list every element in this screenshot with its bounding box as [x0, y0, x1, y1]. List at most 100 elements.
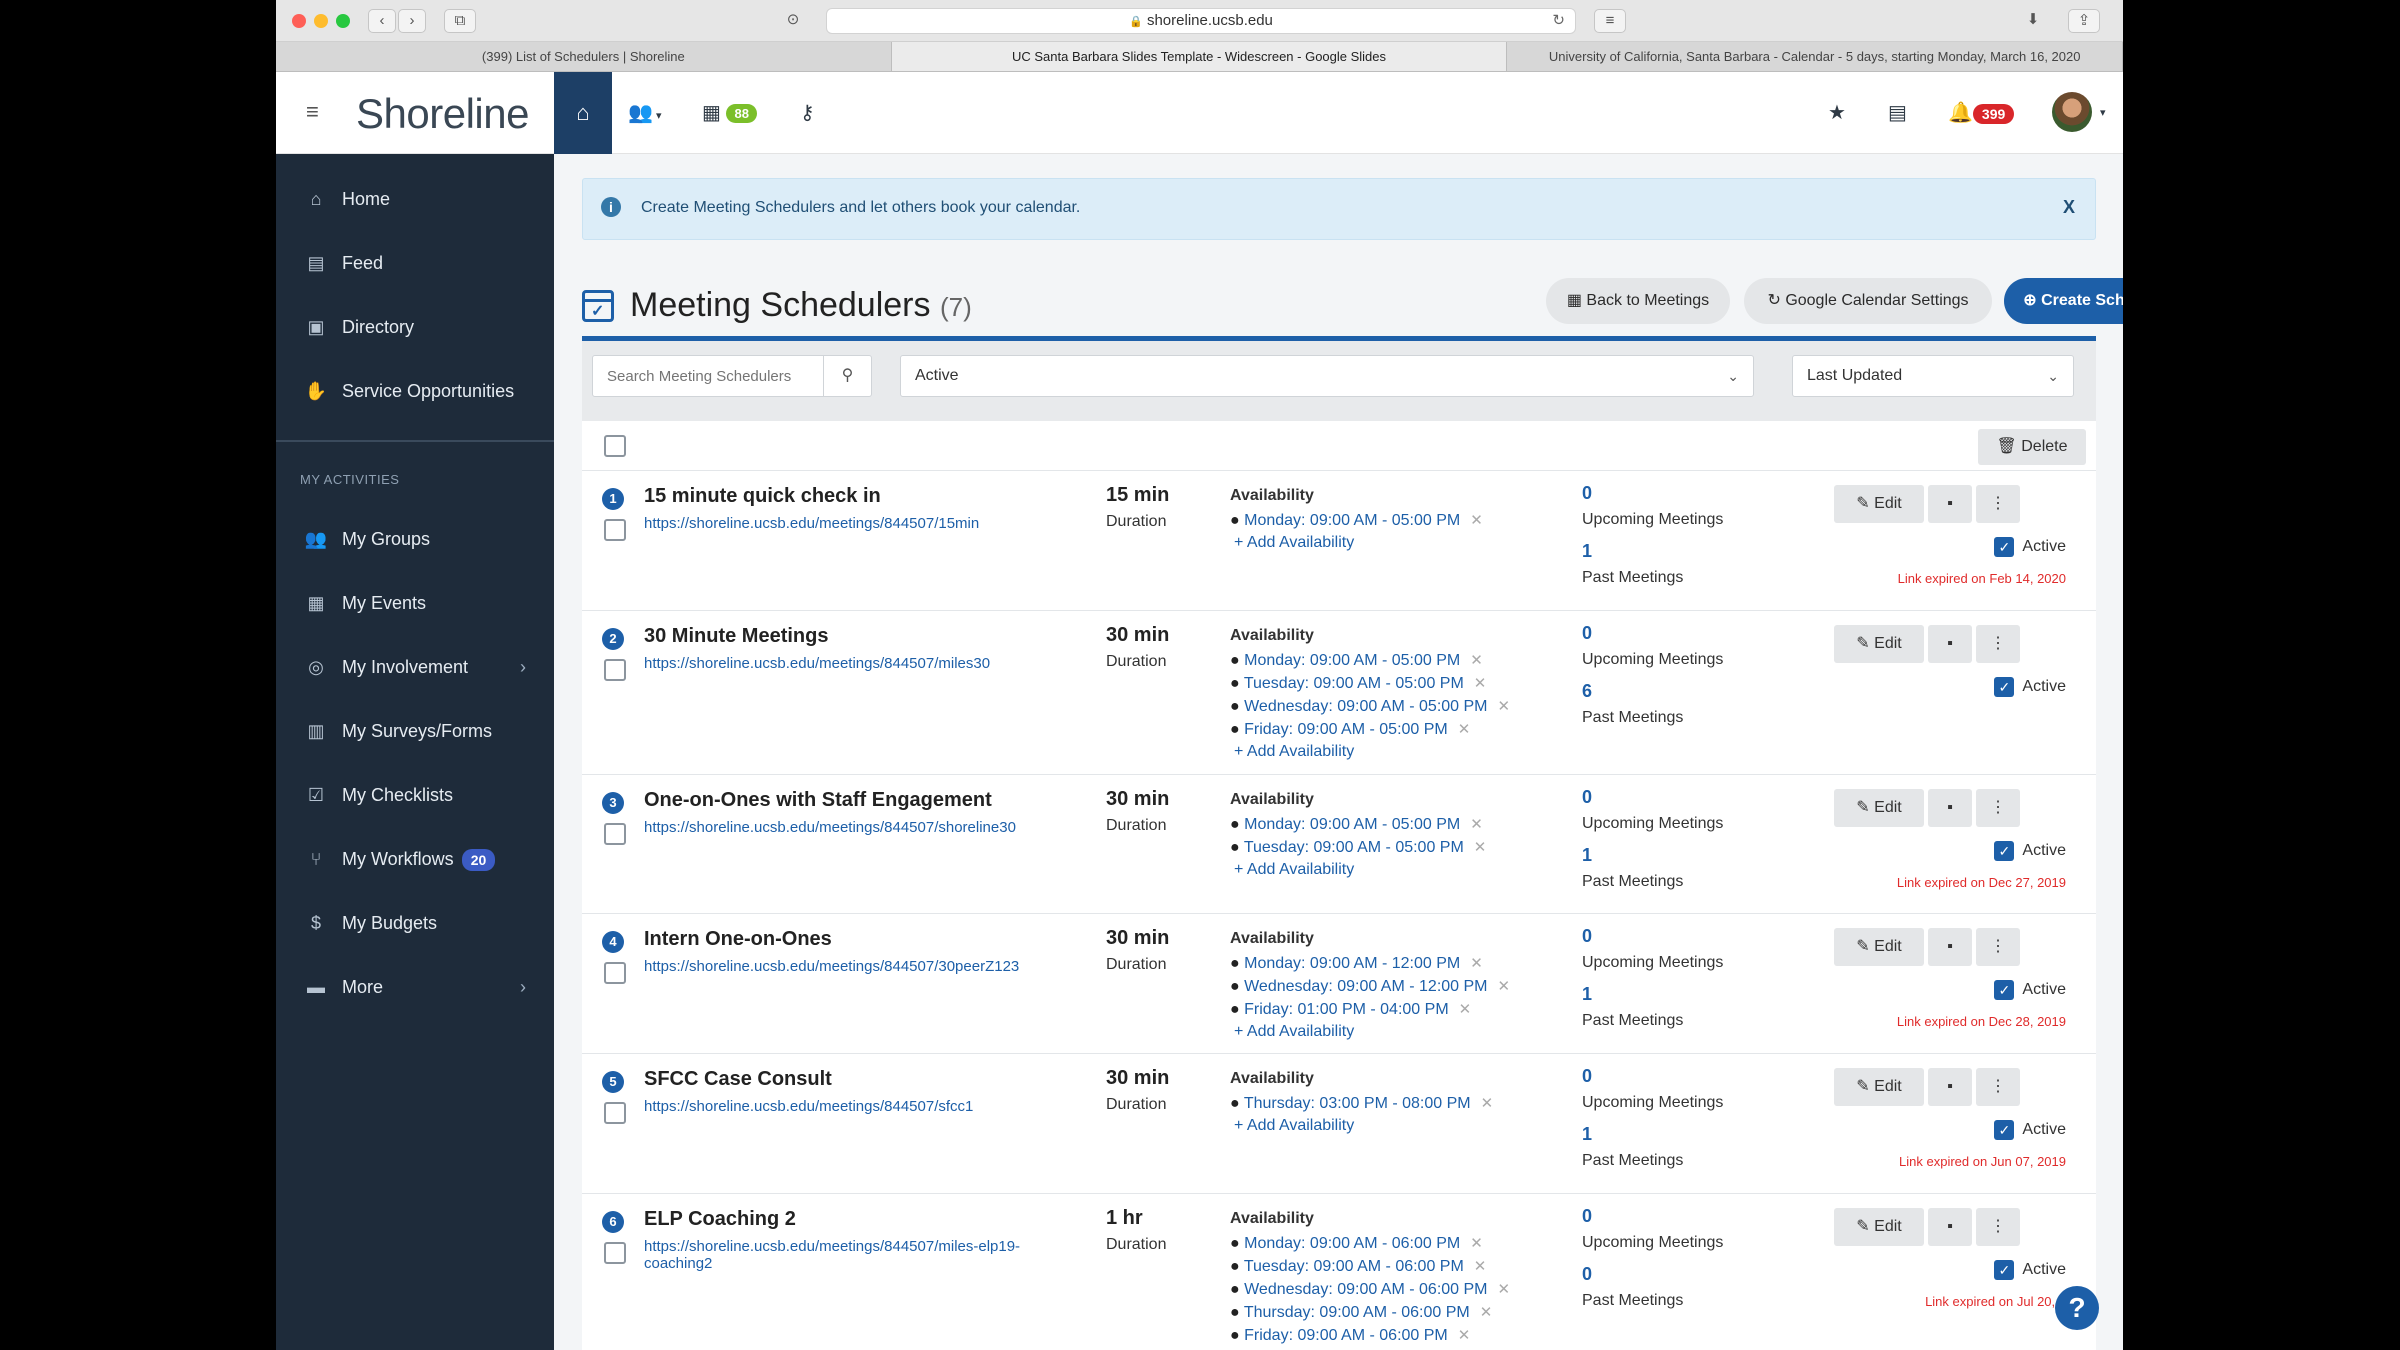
- chat-icon[interactable]: ▤: [1888, 100, 1907, 125]
- availability-text[interactable]: Monday: 09:00 AM - 12:00 PM: [1244, 955, 1460, 972]
- browser-tab[interactable]: (399) List of Schedulers | Shoreline: [276, 42, 892, 71]
- edit-button[interactable]: ✎ Edit: [1834, 1068, 1924, 1106]
- scheduler-title[interactable]: ELP Coaching 2: [644, 1208, 796, 1231]
- delete-button[interactable]: 🗑 Delete: [1978, 429, 2086, 465]
- add-availability-link[interactable]: + Add Availability: [1234, 1117, 1354, 1135]
- sidebar-item-my-surveys[interactable]: ▥ My Surveys/Forms: [276, 706, 554, 756]
- minimize-window-button[interactable]: [314, 14, 328, 28]
- availability-text[interactable]: Wednesday: 09:00 AM - 06:00 PM: [1244, 1281, 1487, 1298]
- sidebar-item-my-involvement[interactable]: ◎ My Involvement ›: [276, 642, 554, 692]
- key-icon[interactable]: ⚷: [800, 100, 815, 125]
- availability-text[interactable]: Friday: 09:00 AM - 05:00 PM: [1244, 721, 1448, 738]
- sidebar-item-home[interactable]: ⌂ Home: [276, 174, 554, 224]
- remove-availability-icon[interactable]: ✕: [1474, 1258, 1487, 1275]
- remove-availability-icon[interactable]: ✕: [1498, 978, 1511, 995]
- availability-text[interactable]: Monday: 09:00 AM - 05:00 PM: [1244, 512, 1460, 529]
- star-icon[interactable]: ★: [1828, 100, 1846, 125]
- remove-availability-icon[interactable]: ✕: [1480, 1304, 1493, 1321]
- row-checkbox[interactable]: [604, 962, 626, 984]
- more-options-button[interactable]: ⋮: [1976, 485, 2020, 523]
- row-checkbox[interactable]: [604, 823, 626, 845]
- close-alert-button[interactable]: X: [2063, 197, 2075, 218]
- forward-arrow-icon[interactable]: ›: [398, 9, 426, 33]
- archive-button[interactable]: ▪: [1928, 928, 1972, 966]
- search-button[interactable]: ⚲: [823, 356, 871, 396]
- edit-button[interactable]: ✎ Edit: [1834, 789, 1924, 827]
- upcoming-count[interactable]: 0: [1582, 1206, 1592, 1227]
- help-button[interactable]: ?: [2055, 1286, 2099, 1330]
- scheduler-link[interactable]: https://shoreline.ucsb.edu/meetings/8445…: [644, 1238, 1064, 1272]
- google-calendar-settings-button[interactable]: ↻ Google Calendar Settings: [1744, 278, 1992, 324]
- zoom-window-button[interactable]: [336, 14, 350, 28]
- past-count[interactable]: 0: [1582, 1264, 1592, 1285]
- reload-icon[interactable]: ↻: [1552, 9, 1565, 33]
- sidebar-item-more[interactable]: ▬ More ›: [276, 962, 554, 1012]
- more-options-button[interactable]: ⋮: [1976, 1068, 2020, 1106]
- availability-text[interactable]: Monday: 09:00 AM - 05:00 PM: [1244, 816, 1460, 833]
- active-toggle[interactable]: ✓ Active: [1994, 980, 2066, 1000]
- sidebar-item-service-opportunities[interactable]: ✋ Service Opportunities: [276, 366, 554, 416]
- privacy-icon[interactable]: ⊙: [778, 9, 808, 33]
- calendar-nav-button[interactable]: ▦ 88: [702, 100, 757, 125]
- sidebar-item-my-groups[interactable]: 👥 My Groups: [276, 514, 554, 564]
- remove-availability-icon[interactable]: ✕: [1458, 721, 1471, 738]
- sort-select[interactable]: Last Updated ⌄: [1792, 355, 2074, 397]
- row-checkbox[interactable]: [604, 659, 626, 681]
- remove-availability-icon[interactable]: ✕: [1470, 816, 1483, 833]
- row-checkbox[interactable]: [604, 1242, 626, 1264]
- upcoming-count[interactable]: 0: [1582, 483, 1592, 504]
- edit-button[interactable]: ✎ Edit: [1834, 1208, 1924, 1246]
- more-options-button[interactable]: ⋮: [1976, 1208, 2020, 1246]
- app-logo[interactable]: Shoreline: [356, 90, 529, 138]
- past-count[interactable]: 1: [1582, 845, 1592, 866]
- scheduler-title[interactable]: One-on-Ones with Staff Engagement: [644, 789, 992, 812]
- tab-overview-icon[interactable]: ⧉: [444, 9, 476, 33]
- availability-text[interactable]: Friday: 09:00 AM - 06:00 PM: [1244, 1327, 1448, 1344]
- archive-button[interactable]: ▪: [1928, 1068, 1972, 1106]
- scheduler-title[interactable]: 30 Minute Meetings: [644, 625, 828, 648]
- active-toggle[interactable]: ✓ Active: [1994, 841, 2066, 861]
- home-nav-button[interactable]: ⌂: [554, 72, 612, 154]
- edit-button[interactable]: ✎ Edit: [1834, 928, 1924, 966]
- add-availability-link[interactable]: + Add Availability: [1234, 534, 1354, 552]
- add-availability-link[interactable]: + Add Availability: [1234, 1023, 1354, 1041]
- remove-availability-icon[interactable]: ✕: [1470, 1235, 1483, 1252]
- more-options-button[interactable]: ⋮: [1976, 928, 2020, 966]
- row-checkbox[interactable]: [604, 1102, 626, 1124]
- availability-text[interactable]: Thursday: 09:00 AM - 06:00 PM: [1244, 1304, 1470, 1321]
- back-arrow-icon[interactable]: ‹: [368, 9, 396, 33]
- row-checkbox[interactable]: [604, 519, 626, 541]
- add-availability-link[interactable]: + Add Availability: [1234, 861, 1354, 879]
- back-to-meetings-button[interactable]: ▦ Back to Meetings: [1546, 278, 1730, 324]
- sidebar-item-my-budgets[interactable]: $ My Budgets: [276, 898, 554, 948]
- scheduler-link[interactable]: https://shoreline.ucsb.edu/meetings/8445…: [644, 655, 1064, 672]
- availability-text[interactable]: Wednesday: 09:00 AM - 12:00 PM: [1244, 978, 1487, 995]
- edit-button[interactable]: ✎ Edit: [1834, 625, 1924, 663]
- active-toggle[interactable]: ✓ Active: [1994, 537, 2066, 557]
- active-toggle[interactable]: ✓ Active: [1994, 1260, 2066, 1280]
- archive-button[interactable]: ▪: [1928, 1208, 1972, 1246]
- select-all-checkbox[interactable]: [604, 435, 626, 457]
- remove-availability-icon[interactable]: ✕: [1470, 652, 1483, 669]
- browser-tab[interactable]: UC Santa Barbara Slides Template - Wides…: [891, 42, 1508, 71]
- people-dropdown-icon[interactable]: 👥 ▾: [628, 100, 661, 125]
- upcoming-count[interactable]: 0: [1582, 623, 1592, 644]
- scheduler-title[interactable]: SFCC Case Consult: [644, 1068, 832, 1091]
- remove-availability-icon[interactable]: ✕: [1474, 839, 1487, 856]
- sidebar-item-my-events[interactable]: ▦ My Events: [276, 578, 554, 628]
- more-options-button[interactable]: ⋮: [1976, 625, 2020, 663]
- availability-text[interactable]: Thursday: 03:00 PM - 08:00 PM: [1244, 1095, 1471, 1112]
- sidebar-item-my-checklists[interactable]: ☑ My Checklists: [276, 770, 554, 820]
- close-window-button[interactable]: [292, 14, 306, 28]
- scheduler-link[interactable]: https://shoreline.ucsb.edu/meetings/8445…: [644, 958, 1064, 975]
- remove-availability-icon[interactable]: ✕: [1458, 1327, 1471, 1344]
- active-toggle[interactable]: ✓ Active: [1994, 1120, 2066, 1140]
- availability-text[interactable]: Wednesday: 09:00 AM - 05:00 PM: [1244, 698, 1487, 715]
- address-bar[interactable]: 🔒 shoreline.ucsb.edu ↻: [826, 8, 1576, 34]
- availability-text[interactable]: Tuesday: 09:00 AM - 05:00 PM: [1244, 675, 1464, 692]
- availability-text[interactable]: Tuesday: 09:00 AM - 06:00 PM: [1244, 1258, 1464, 1275]
- edit-button[interactable]: ✎ Edit: [1834, 485, 1924, 523]
- status-select[interactable]: Active ⌄: [900, 355, 1754, 397]
- active-toggle[interactable]: ✓ Active: [1994, 677, 2066, 697]
- availability-text[interactable]: Monday: 09:00 AM - 05:00 PM: [1244, 652, 1460, 669]
